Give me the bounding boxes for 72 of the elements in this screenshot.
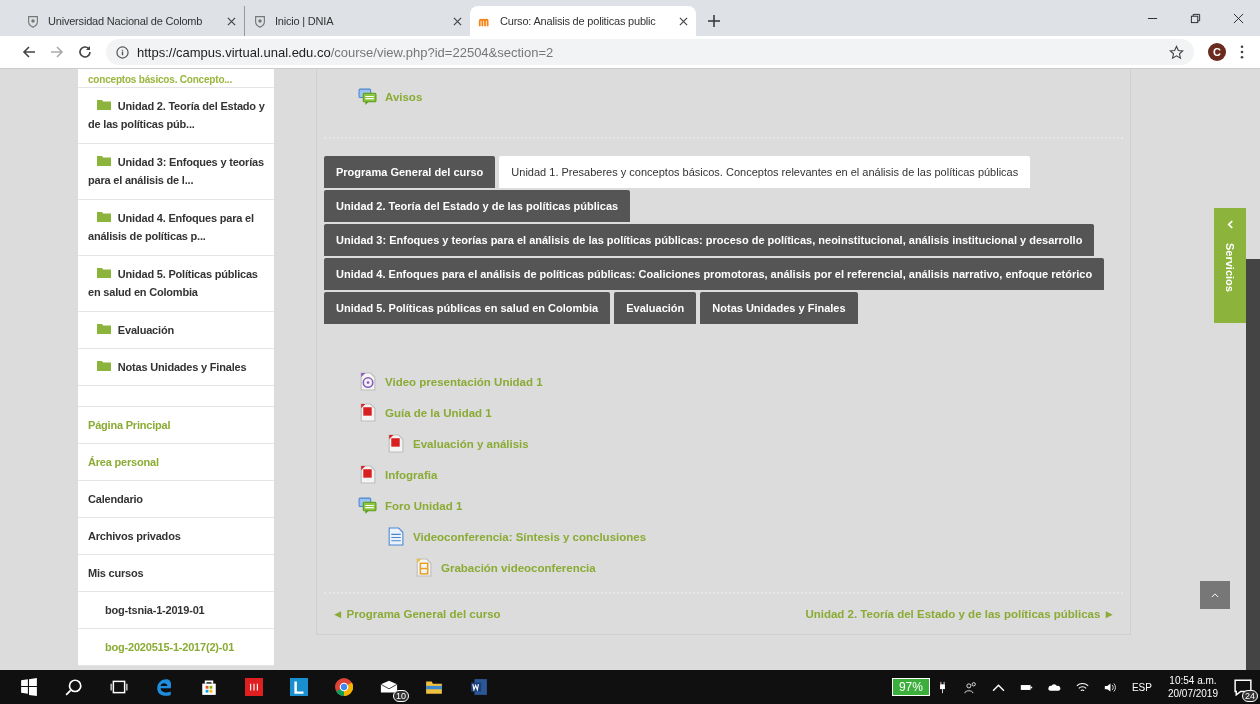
tab-title: Curso: Analisis de politicas public: [500, 15, 657, 27]
browser-tab[interactable]: Curso: Analisis de politicas public: [470, 6, 696, 36]
pdf-file-icon: [358, 465, 377, 484]
sidebar-item[interactable]: Unidad 2. Teoría del Estado y de las políticas púb...: [78, 88, 274, 144]
pdf-file-icon: [358, 403, 377, 422]
video-file-icon: [358, 372, 377, 391]
word-icon[interactable]: [470, 678, 488, 696]
section-tab[interactable]: Unidad 1. Presaberes y conceptos básicos. Conceptos relevantes en el análisis de las políticas públicas: [499, 156, 1031, 188]
crest-icon: [253, 14, 267, 28]
sidebar-item[interactable]: Unidad 3: Enfoques y teorías para el análisis de l...: [78, 144, 274, 200]
section-tab[interactable]: Unidad 5. Políticas públicas en salud en Colombia: [324, 292, 611, 324]
scrollbar[interactable]: [1246, 259, 1260, 670]
sidebar-item[interactable]: Calendario: [78, 481, 274, 518]
page-icon: [386, 527, 405, 546]
forum-icon: [358, 87, 377, 106]
section-tab[interactable]: Unidad 2. Teoría del Estado y de las políticas públicas: [324, 190, 631, 222]
menu-icon[interactable]: [1240, 45, 1244, 59]
windows-start-icon[interactable]: [20, 678, 38, 696]
sidebar-item[interactable]: Evaluación: [78, 312, 274, 349]
section-tab[interactable]: Programa General del curso: [324, 156, 496, 188]
bookmark-star-icon[interactable]: [1169, 44, 1184, 60]
close-icon[interactable]: [679, 16, 688, 26]
input-language[interactable]: ESP: [1131, 681, 1152, 693]
browser-tab[interactable]: Universidad Nacional de Colomb: [18, 6, 244, 36]
clock-time[interactable]: 10:54 a.m.: [1169, 674, 1217, 687]
reload-icon[interactable]: [78, 45, 92, 59]
caret-up-icon: [1211, 592, 1219, 598]
crest-icon: [26, 14, 40, 28]
info-icon: [116, 45, 129, 59]
people-icon[interactable]: [963, 680, 977, 694]
tab-title: Inicio | DNIA: [275, 15, 335, 27]
sidebar-item[interactable]: Unidad 5. Políticas públicas en salud en Colombia: [78, 256, 274, 312]
search-icon[interactable]: [65, 678, 83, 696]
section-tab[interactable]: Notas Unidades y Finales: [700, 292, 858, 324]
folder-icon: [97, 155, 111, 166]
speaker-icon[interactable]: [1103, 680, 1117, 694]
tab-title: Universidad Nacional de Colomb: [48, 15, 204, 27]
folder-icon: [97, 323, 111, 334]
sidebar-item[interactable]: Unidad 4. Enfoques para el análisis de políticas p...: [78, 200, 274, 256]
section-tab[interactable]: Evaluación: [614, 292, 697, 324]
mail-count-badge: 10: [393, 690, 409, 702]
sidebar-item[interactable]: Archivos privados: [78, 518, 274, 555]
film-file-icon: [414, 558, 433, 577]
stripes-app-icon[interactable]: [245, 678, 263, 696]
section-tab[interactable]: Unidad 3: Enfoques y teorías para el análisis de las políticas públicas: proceso de políticas, neoinstitucional, análisis institucional y desarrollo: [324, 224, 1095, 256]
profile-avatar[interactable]: C: [1208, 43, 1226, 61]
folder-icon: [97, 267, 111, 278]
address-bar[interactable]: https://campus.virtual.unal.edu.co/course/view.php?id=22504&section=2: [106, 39, 1194, 65]
section-tab[interactable]: Unidad 4. Enfoques para el análisis de políticas públicas: Coaliciones promotoras, análisis por el referencial, análisis narrativo, enfoque retórico: [324, 258, 1105, 290]
clock-date[interactable]: 20/07/2019: [1167, 687, 1218, 700]
folder-icon[interactable]: [425, 678, 443, 696]
pdf-file-icon: [386, 434, 405, 453]
restore-icon[interactable]: [1190, 13, 1201, 24]
sidebar-item[interactable]: Mis cursos: [78, 555, 274, 592]
task-view-icon[interactable]: [110, 678, 128, 696]
folder-icon: [97, 360, 111, 371]
forum-icon: [358, 496, 377, 515]
folder-icon: [97, 211, 111, 222]
close-icon[interactable]: [453, 16, 462, 26]
store-bag-icon[interactable]: [200, 678, 218, 696]
chevron-left-icon: [1226, 220, 1234, 229]
sidebar-item[interactable]: bog-tsnia-1-2019-01: [78, 592, 274, 629]
wifi-icon[interactable]: [1075, 680, 1089, 694]
new-tab-icon[interactable]: [708, 15, 720, 27]
chrome-icon[interactable]: [335, 678, 353, 696]
folder-icon: [97, 99, 111, 110]
close-icon[interactable]: [227, 16, 236, 26]
letter-app-icon[interactable]: [290, 678, 308, 696]
back-icon[interactable]: [22, 45, 36, 59]
close-icon[interactable]: [1233, 13, 1244, 24]
edge-browser-icon[interactable]: [155, 678, 173, 696]
notification-count-badge: 24: [1242, 690, 1258, 702]
